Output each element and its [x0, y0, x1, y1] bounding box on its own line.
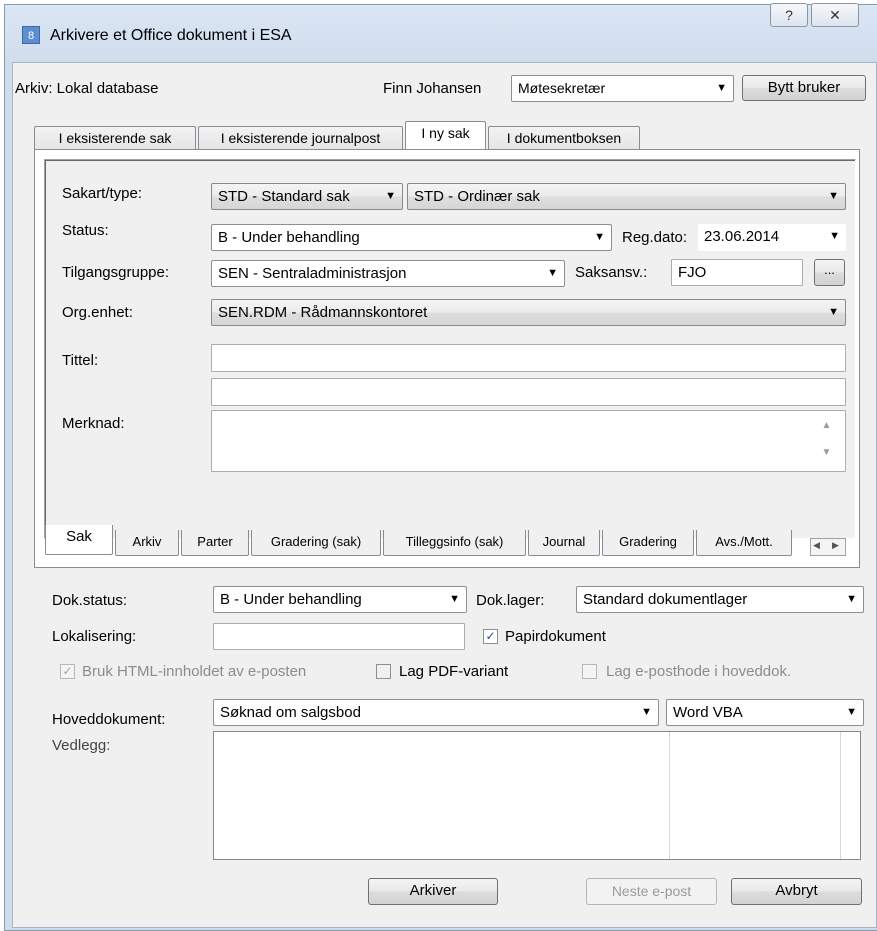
- main-document-value: Søknad om salgsbod: [220, 704, 361, 721]
- chevron-down-icon: ▼: [547, 267, 558, 279]
- regdate-picker[interactable]: 23.06.2014 ▼: [698, 224, 846, 251]
- doc-storage-label: Dok.lager:: [476, 592, 545, 609]
- title-input-1[interactable]: [211, 344, 846, 372]
- title-label: Tittel:: [62, 352, 99, 369]
- next-email-button[interactable]: Neste e-post: [586, 878, 717, 905]
- attachments-label: Vedlegg:: [52, 737, 111, 754]
- switch-user-button[interactable]: Bytt bruker: [742, 75, 866, 101]
- help-button[interactable]: ?: [770, 3, 808, 27]
- doc-status-value: B - Under behandling: [220, 591, 362, 608]
- chevron-down-icon: ▼: [449, 593, 460, 605]
- case-type-select[interactable]: STD - Standard sak ▼: [211, 183, 403, 210]
- org-unit-value: SEN.RDM - Rådmannskontoret: [218, 304, 428, 321]
- archive-label: Arkiv: Lokal database: [15, 80, 159, 97]
- officer-label: Saksansv.:: [575, 264, 648, 281]
- chevron-down-icon: ▼: [829, 230, 840, 242]
- case-type-value: STD - Standard sak: [218, 188, 350, 205]
- case-type-label: Sakart/type:: [62, 185, 143, 202]
- window-title: Arkivere et Office dokument i ESA: [50, 27, 292, 44]
- tab-existing-journalpost[interactable]: I eksisterende journalpost: [198, 126, 403, 150]
- use-html-label: Bruk HTML-innholdet av e-posten: [82, 663, 307, 680]
- doc-storage-value: Standard dokumentlager: [583, 591, 748, 608]
- close-icon: ✕: [829, 7, 841, 23]
- case-subtype-select[interactable]: STD - Ordinær sak ▼: [407, 183, 846, 210]
- access-group-value: SEN - Sentraladministrasjon: [218, 265, 407, 282]
- org-unit-select[interactable]: SEN.RDM - Rådmannskontoret ▼: [211, 299, 846, 326]
- title-input-2[interactable]: [211, 378, 846, 406]
- btab-grading-case[interactable]: Gradering (sak): [251, 530, 381, 556]
- close-button[interactable]: ✕: [811, 3, 859, 27]
- doc-status-label: Dok.status:: [52, 592, 128, 609]
- app-icon: 8: [22, 26, 40, 44]
- email-header-checkbox[interactable]: [582, 664, 597, 679]
- status-select[interactable]: B - Under behandling ▼: [211, 224, 612, 251]
- email-header-label: Lag e-posthode i hoveddok.: [606, 663, 792, 680]
- scroll-down-icon[interactable]: ▼: [818, 447, 835, 458]
- user-name: Finn Johansen: [383, 80, 482, 97]
- cancel-button[interactable]: Avbryt: [731, 878, 862, 905]
- chevron-down-icon: ▼: [385, 190, 396, 202]
- access-group-select[interactable]: SEN - Sentraladministrasjon ▼: [211, 260, 565, 287]
- officer-input[interactable]: FJO: [671, 259, 803, 286]
- tab-scroll-left-icon[interactable]: ◀: [813, 540, 820, 551]
- template-select[interactable]: Word VBA ▼: [666, 699, 864, 726]
- btab-parties[interactable]: Parter: [181, 530, 249, 556]
- note-label: Merknad:: [62, 415, 125, 432]
- pdf-variant-checkbox[interactable]: [376, 664, 391, 679]
- role-select[interactable]: Møtesekretær ▼: [511, 75, 734, 102]
- chevron-down-icon: ▼: [846, 593, 857, 605]
- btab-grading[interactable]: Gradering: [602, 530, 694, 556]
- paper-document-checkbox[interactable]: ✓: [483, 629, 498, 644]
- attachments-column-divider: [840, 732, 841, 859]
- btab-archive[interactable]: Arkiv: [115, 530, 179, 556]
- tab-existing-case[interactable]: I eksisterende sak: [34, 126, 196, 150]
- role-value: Møtesekretær: [518, 80, 606, 96]
- chevron-down-icon: ▼: [846, 706, 857, 718]
- status-label: Status:: [62, 222, 109, 239]
- btab-extra-info-case[interactable]: Tilleggsinfo (sak): [383, 530, 526, 556]
- scroll-up-icon[interactable]: ▲: [818, 420, 835, 431]
- pdf-variant-label: Lag PDF-variant: [399, 663, 509, 680]
- officer-browse-button[interactable]: ...: [814, 259, 845, 286]
- status-value: B - Under behandling: [218, 229, 360, 246]
- tab-new-case[interactable]: I ny sak: [405, 121, 486, 149]
- attachments-list[interactable]: [213, 731, 861, 860]
- org-unit-label: Org.enhet:: [62, 304, 133, 321]
- tab-document-box[interactable]: I dokumentboksen: [488, 126, 640, 150]
- btab-case[interactable]: Sak: [45, 525, 113, 555]
- archive-button[interactable]: Arkiver: [368, 878, 498, 905]
- access-group-label: Tilgangsgruppe:: [62, 264, 170, 281]
- paper-document-label: Papirdokument: [505, 628, 606, 645]
- chevron-down-icon: ▼: [828, 190, 839, 202]
- btab-journal[interactable]: Journal: [528, 530, 600, 556]
- case-subtype-value: STD - Ordinær sak: [414, 188, 540, 205]
- template-value: Word VBA: [673, 704, 743, 721]
- regdate-value: 23.06.2014: [704, 228, 780, 245]
- chevron-down-icon: ▼: [716, 82, 727, 94]
- chevron-down-icon: ▼: [828, 306, 839, 318]
- btab-sender-receiver[interactable]: Avs./Mott.: [696, 530, 792, 556]
- location-input[interactable]: [213, 623, 465, 650]
- main-document-label: Hoveddokument:: [52, 711, 166, 728]
- regdate-label: Reg.dato:: [622, 229, 688, 246]
- use-html-checkbox[interactable]: ✓: [60, 664, 75, 679]
- help-icon: ?: [785, 7, 793, 23]
- attachments-column-divider: [669, 732, 670, 859]
- doc-status-select[interactable]: B - Under behandling ▼: [213, 586, 467, 613]
- main-document-select[interactable]: Søknad om salgsbod ▼: [213, 699, 659, 726]
- chevron-down-icon: ▼: [594, 231, 605, 243]
- chevron-down-icon: ▼: [641, 706, 652, 718]
- doc-storage-select[interactable]: Standard dokumentlager ▼: [576, 586, 864, 613]
- note-textarea[interactable]: [211, 410, 846, 472]
- location-label: Lokalisering:: [52, 628, 137, 645]
- tab-scroll-right-icon[interactable]: ▶: [832, 540, 839, 551]
